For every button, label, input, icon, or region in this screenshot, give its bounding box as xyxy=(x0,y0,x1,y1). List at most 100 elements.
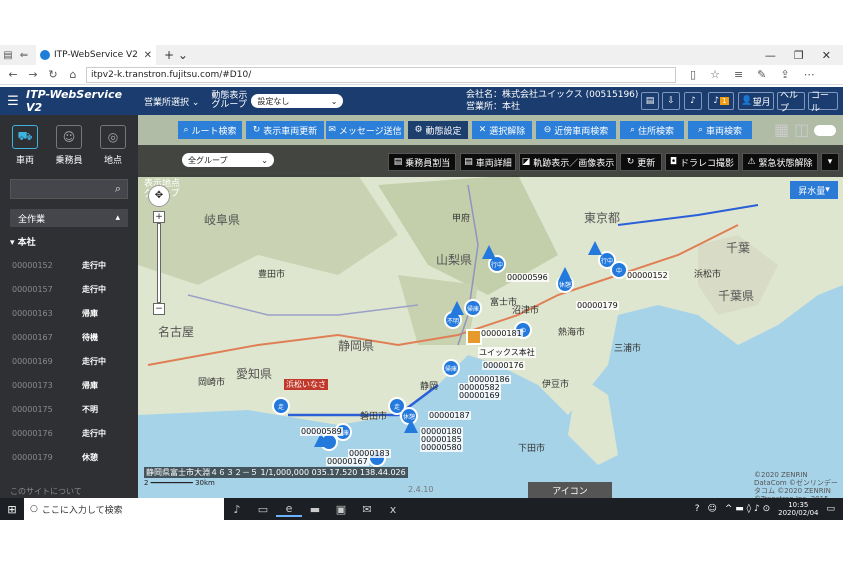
search-icon[interactable]: ⌕ xyxy=(115,182,121,196)
vehicle-search-button[interactable]: ⌕ 車両検索 xyxy=(688,121,752,139)
about-site-link[interactable]: このサイトについて xyxy=(10,486,82,497)
vehicle-search-input[interactable]: ⌕ xyxy=(10,179,128,199)
track-display-button[interactable]: ◪ 軌跡表示／画像表示 xyxy=(519,153,617,171)
vehicle-row[interactable]: 00000157 走行中 xyxy=(0,277,138,301)
system-tray: ? ☺ ^ ▬ ◊ ♪ ⊙ 10:35 2020/02/04 ▭ xyxy=(695,501,843,517)
vehicle-pin-icon[interactable]: 帰庫 xyxy=(442,359,460,377)
browser-tab[interactable]: ITP-WebService V2 ✕ xyxy=(36,45,156,65)
download-icon[interactable]: ⇩ xyxy=(662,92,680,110)
vehicle-row[interactable]: 00000173 帰庫 xyxy=(0,373,138,397)
vehicle-pin-icon[interactable]: 帰庫 xyxy=(464,299,482,317)
minimize-icon[interactable]: — xyxy=(765,49,776,62)
tab-actions-icon[interactable]: ▤ xyxy=(0,50,16,61)
zoom-slider[interactable] xyxy=(157,223,161,303)
file-explorer-icon[interactable]: ▬ xyxy=(302,503,328,516)
windows-start-icon[interactable]: ⊞ xyxy=(0,503,24,516)
map-style-button[interactable]: 昇水量 ▾ xyxy=(790,181,838,199)
help-button[interactable]: ヘルプ xyxy=(777,91,805,114)
user-button[interactable]: 👤 望月 xyxy=(738,92,774,110)
sidebar-tab-location[interactable]: ◎ 地点 xyxy=(92,125,134,173)
hamburger-menu-icon[interactable]: ☰ xyxy=(0,94,26,109)
notification-button[interactable]: ♪ 1 xyxy=(708,92,734,110)
vehicle-row[interactable]: 00000175 不明 xyxy=(0,397,138,421)
refresh-button[interactable]: ↻ 更新 xyxy=(620,153,662,171)
print-icon[interactable]: ▤ xyxy=(641,92,659,110)
vehicle-row[interactable]: 00000179 休憩 xyxy=(0,445,138,469)
sidebar-tab-vehicle[interactable]: ⛟ 車両 xyxy=(4,125,46,173)
task-view-icon[interactable]: ▭ xyxy=(250,503,276,516)
crew-assign-button[interactable]: ▤ 乗務員割当 xyxy=(388,153,456,171)
vehicle-row[interactable]: 00000152 走行中 xyxy=(0,253,138,277)
message-send-button[interactable]: ✉ メッセージ送信 xyxy=(326,121,404,139)
map-warning-label: 浜松いなさ xyxy=(284,379,328,390)
zoom-out-button[interactable]: − xyxy=(153,303,165,315)
close-window-icon[interactable]: ✕ xyxy=(822,49,831,62)
help-icon[interactable]: ? xyxy=(695,504,700,514)
map-area[interactable]: ⌕ ルート検索 ↻ 表示車両更新 ✉ メッセージ送信 ⚙ 動態設定 ✕ 選択解除 ⊖ 近傍車… xyxy=(138,115,843,498)
back-icon[interactable]: ← xyxy=(6,68,20,81)
zoom-in-button[interactable]: + xyxy=(153,211,165,223)
more-icon[interactable]: ⋯ xyxy=(804,68,815,81)
dorareco-button[interactable]: ◘ ドラレコ撮影 xyxy=(665,153,739,171)
reading-view-icon[interactable]: ▯ xyxy=(690,68,696,81)
tab-history-icon[interactable]: ⇐ xyxy=(16,50,32,61)
toggle-switch[interactable] xyxy=(814,125,836,136)
vehicle-label: 00000167 xyxy=(326,457,369,466)
share-icon[interactable]: ⇪ xyxy=(780,68,789,81)
vehicle-row[interactable]: 00000176 走行中 xyxy=(0,421,138,445)
route-search-button[interactable]: ⌕ ルート検索 xyxy=(178,121,242,139)
pan-control-icon[interactable]: ✥ xyxy=(148,185,170,207)
vehicle-detail-button[interactable]: ▤ 車両詳細 xyxy=(460,153,516,171)
scale-bar: 2 ━━━━━━━━━━ 30km xyxy=(144,479,215,487)
vehicle-row[interactable]: 00000169 走行中 xyxy=(0,349,138,373)
clear-selection-button[interactable]: ✕ 選択解除 xyxy=(472,121,532,139)
vehicle-label: 00000169 xyxy=(458,391,501,400)
browser-tab-bar: ▤ ⇐ ITP-WebService V2 ✕ + ⌄ — ❐ ✕ xyxy=(0,45,843,65)
emergency-clear-button[interactable]: ⚠ 緊急状態解除 xyxy=(742,153,818,171)
vehicle-update-button[interactable]: ↻ 表示車両更新 xyxy=(246,121,324,139)
sidebar-tab-crew[interactable]: ☺ 乗務員 xyxy=(48,125,90,173)
store-icon[interactable]: ▣ xyxy=(328,503,354,516)
display-point-group-select[interactable]: 全グループ ⌄ xyxy=(182,153,274,167)
new-tab-icon[interactable]: + ⌄ xyxy=(164,48,188,62)
favorite-star-icon[interactable]: ☆ xyxy=(710,68,720,81)
work-group-select[interactable]: 全作業 ▴ xyxy=(10,209,128,227)
forward-icon[interactable]: → xyxy=(26,68,40,81)
pen-icon[interactable]: ✎ xyxy=(757,68,766,81)
excel-icon[interactable]: x xyxy=(380,503,406,516)
notification-center-icon[interactable]: ▭ xyxy=(826,504,835,514)
tray-icons[interactable]: ^ ▬ ◊ ♪ ⊙ xyxy=(725,504,770,514)
call-button[interactable]: コール xyxy=(808,91,838,114)
more-dropdown-button[interactable]: ▾ xyxy=(821,153,839,171)
split-view-icon[interactable]: ◫ xyxy=(794,120,809,139)
microphone-icon[interactable]: ♪ xyxy=(224,503,250,516)
reload-icon[interactable]: ↻ xyxy=(46,68,60,81)
vehicle-row[interactable]: 00000167 待機 xyxy=(0,325,138,349)
search-icon: ⌕ xyxy=(629,125,636,135)
chevron-up-icon: ▴ xyxy=(115,213,120,223)
address-search-button[interactable]: ⌕ 住所検索 xyxy=(620,121,684,139)
bell-icon[interactable]: ♪ xyxy=(684,92,702,110)
icon-tab-button[interactable]: アイコン xyxy=(528,482,612,498)
edge-browser-icon[interactable]: e xyxy=(276,502,302,517)
url-input[interactable]: itpv2-k.transtron.fujitsu.com/#D10/ xyxy=(86,66,676,83)
vehicle-row[interactable]: 00000163 帰庫 xyxy=(0,301,138,325)
people-icon[interactable]: ☺ xyxy=(708,504,717,514)
zoom-control: ✥ + − xyxy=(148,185,170,315)
vehicle-direction-icon xyxy=(588,241,602,255)
grid-view-icon[interactable]: ▦ xyxy=(774,120,789,139)
maximize-icon[interactable]: ❐ xyxy=(794,49,804,62)
map-label: 三浦市 xyxy=(614,344,642,354)
home-icon[interactable]: ⌂ xyxy=(66,68,80,81)
mail-icon[interactable]: ✉ xyxy=(354,503,380,516)
nearby-search-button[interactable]: ⊖ 近傍車両検索 xyxy=(536,121,616,139)
office-select-button[interactable]: 営業所選択 ⌄ xyxy=(144,95,199,108)
display-group-select[interactable]: 設定なし ⌄ xyxy=(251,94,344,108)
clock[interactable]: 10:35 2020/02/04 xyxy=(778,501,818,517)
favorites-list-icon[interactable]: ≡ xyxy=(734,68,743,81)
vehicle-pin-icon[interactable]: 走 xyxy=(272,397,290,415)
taskbar-search-input[interactable]: ○ ここに入力して検索 xyxy=(24,498,224,520)
motion-settings-button[interactable]: ⚙ 動態設定 xyxy=(408,121,468,139)
section-header[interactable]: ▾ 本社 xyxy=(10,235,36,248)
close-tab-icon[interactable]: ✕ xyxy=(144,50,152,61)
